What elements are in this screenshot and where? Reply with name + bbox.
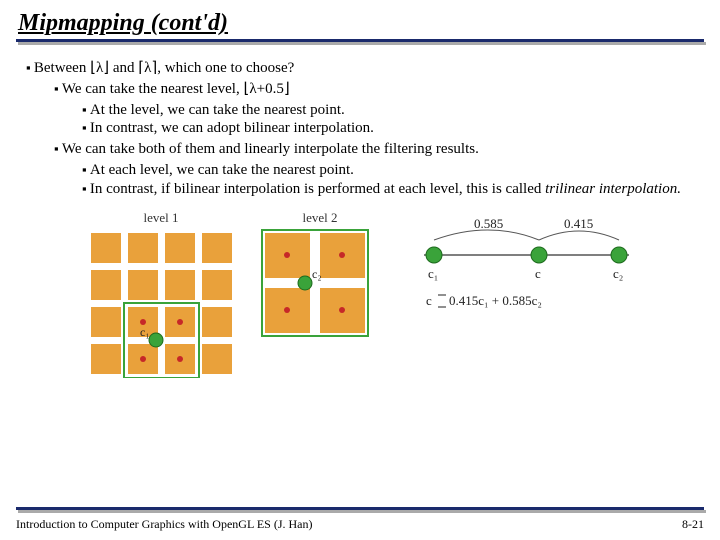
page-number: 8-21 xyxy=(682,517,704,532)
eq-c: c xyxy=(426,293,432,308)
text: and xyxy=(109,60,138,76)
w2-label: 0.415 xyxy=(564,216,593,231)
c: c xyxy=(535,266,541,281)
level1-label: level 1 xyxy=(143,210,178,226)
level2-svg: c₂ xyxy=(260,228,380,348)
text: Between xyxy=(34,60,90,76)
bullet-1b2: In contrast, if bilinear interpolation i… xyxy=(82,180,696,199)
ceil-lambda: ⌈λ⌉ xyxy=(138,60,157,76)
figure-row: level 1 c₁ level 2 xyxy=(16,210,704,378)
eq: 0.415c₁ + 0.585c₂ xyxy=(449,293,542,308)
text: , which one to choose? xyxy=(157,60,294,76)
floor-lambda: ⌊λ⌋ xyxy=(90,60,109,76)
footer-text: Introduction to Computer Graphics with O… xyxy=(16,517,313,532)
bullet-1b1: At each level, we can take the nearest p… xyxy=(82,161,696,180)
bullet-1a2: In contrast, we can adopt bilinear inter… xyxy=(82,119,696,138)
c1-label: c₁ xyxy=(140,325,150,339)
figure-level2: level 2 c₂ xyxy=(260,210,380,348)
level1-svg: c₁ xyxy=(86,228,236,378)
interp-svg: 0.585 0.415 c₁ c c₂ c 0.415c₁ + 0.585c₂ xyxy=(404,210,634,330)
c2-label: c₂ xyxy=(312,267,322,281)
expr: ⌊λ+0.5⌋ xyxy=(243,81,289,97)
bullet-1a: We can take the nearest level, ⌊λ+0.5⌋ A… xyxy=(54,80,696,138)
slide-title: Mipmapping (cont'd) xyxy=(18,10,704,37)
footer: Introduction to Computer Graphics with O… xyxy=(16,507,704,532)
bullet-list: Between ⌊λ⌋ and ⌈λ⌉, which one to choose… xyxy=(16,59,704,198)
c2: c₂ xyxy=(613,266,623,281)
figure-interp: 0.585 0.415 c₁ c c₂ c 0.415c₁ + 0.585c₂ xyxy=(404,210,634,330)
figure-level1: level 1 c₁ xyxy=(86,210,236,378)
level2-label: level 2 xyxy=(302,210,337,226)
text: We can take the nearest level, xyxy=(62,81,244,97)
title-rule xyxy=(16,39,704,45)
footer-rule xyxy=(16,507,704,513)
text: We can take both of them and linearly in… xyxy=(62,141,479,157)
bullet-1b: We can take both of them and linearly in… xyxy=(54,140,696,198)
trilinear-term: trilinear interpolation. xyxy=(545,181,681,197)
bullet-1: Between ⌊λ⌋ and ⌈λ⌉, which one to choose… xyxy=(26,59,696,198)
text: In contrast, if bilinear interpolation i… xyxy=(90,181,545,197)
w1-label: 0.585 xyxy=(474,216,503,231)
slide: Mipmapping (cont'd) Between ⌊λ⌋ and ⌈λ⌉,… xyxy=(0,0,720,540)
bullet-1a1: At the level, we can take the nearest po… xyxy=(82,101,696,120)
c1: c₁ xyxy=(428,266,438,281)
